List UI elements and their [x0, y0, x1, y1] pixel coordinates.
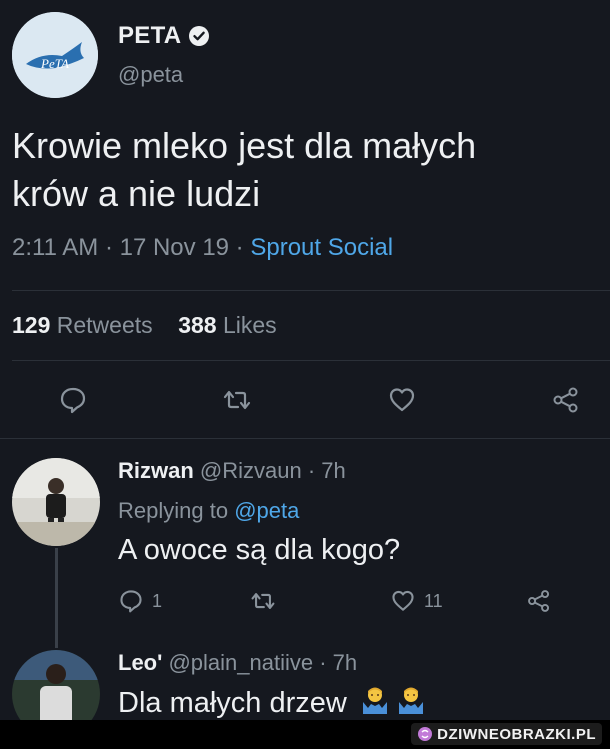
retweet-action[interactable]: [250, 588, 276, 614]
svg-text:PeTA: PeTA: [40, 56, 69, 71]
likes-count[interactable]: 388: [178, 312, 216, 338]
reply-count: 1: [152, 590, 163, 611]
retweet-icon[interactable]: [250, 588, 276, 614]
meta-separator: ·: [98, 234, 120, 261]
retweet-icon[interactable]: [222, 385, 252, 415]
user-handle[interactable]: @peta: [118, 62, 183, 88]
like-icon[interactable]: [387, 385, 417, 415]
like-icon[interactable]: [390, 588, 416, 614]
reply-header: Leo' @plain_natiive · 7h: [118, 650, 357, 676]
watermark-text: DZIWNEOBRAZKI.PL: [437, 725, 596, 743]
person-shrugging-emoji-icon: [362, 687, 387, 714]
reply-text: A owoce są dla kogo?: [118, 534, 401, 566]
share-icon[interactable]: [526, 588, 552, 614]
brain-logo-icon: [418, 727, 433, 741]
watermark: DZIWNEOBRAZKI.PL: [411, 723, 602, 745]
tweet-stats: 129 Retweets 388 Likes: [12, 312, 277, 339]
reply-age: · 7h: [301, 458, 346, 483]
reply-text: Dla małych drzew: [118, 684, 427, 720]
replying-to-handle[interactable]: @peta: [234, 498, 299, 523]
reply-author-name[interactable]: Rizwan: [118, 458, 194, 483]
tweet-meta: 2:11 AM · 17 Nov 19 · Sprout Social: [12, 234, 393, 262]
tweet-actions: [0, 380, 610, 420]
divider: [12, 360, 610, 361]
replying-to-label: Replying to: [118, 498, 235, 523]
peta-logo-icon: PeTA: [12, 12, 98, 98]
avatar[interactable]: [12, 458, 100, 546]
reply-age: · 7h: [313, 650, 358, 675]
share-action[interactable]: [526, 588, 552, 614]
reply-author-handle[interactable]: @Rizvaun: [200, 458, 302, 483]
source-link[interactable]: Sprout Social: [250, 234, 393, 262]
tweet-date: 17 Nov 19: [119, 234, 230, 261]
share-icon[interactable]: [551, 385, 581, 415]
like-count: 11: [424, 590, 443, 611]
avatar[interactable]: PeTA: [12, 12, 98, 98]
display-name[interactable]: PETA: [118, 22, 181, 50]
reply-icon[interactable]: [58, 385, 88, 415]
tweet-text-line: Krowie mleko jest dla małych: [12, 125, 477, 166]
verified-badge-icon: [189, 26, 210, 46]
thread-line: [55, 548, 58, 648]
user-photo: [12, 458, 100, 546]
reply-action[interactable]: 1: [118, 588, 162, 614]
replying-to: Replying to @peta: [118, 498, 299, 524]
reply-text-content: Dla małych drzew: [118, 687, 347, 719]
like-action[interactable]: 11: [390, 588, 443, 614]
tweet-text: Krowie mleko jest dla małych krów a nie …: [12, 122, 592, 218]
divider: [0, 438, 610, 439]
retweets-label[interactable]: Retweets: [57, 312, 153, 338]
reply-header: Rizwan @Rizvaun · 7h: [118, 458, 346, 484]
person-shrugging-emoji-icon: [398, 687, 423, 714]
meta-separator: ·: [229, 234, 251, 261]
tweet-text-line: krów a nie ludzi: [12, 173, 261, 214]
watermark-bar: DZIWNEOBRAZKI.PL: [0, 720, 610, 749]
reply-author-name[interactable]: Leo': [118, 650, 162, 675]
reply-icon[interactable]: [118, 588, 144, 614]
likes-label[interactable]: Likes: [223, 312, 277, 338]
retweets-count[interactable]: 129: [12, 312, 50, 338]
tweet-time: 2:11 AM: [12, 234, 99, 261]
divider: [12, 290, 610, 291]
reply-author-handle[interactable]: @plain_natiive: [168, 650, 313, 675]
